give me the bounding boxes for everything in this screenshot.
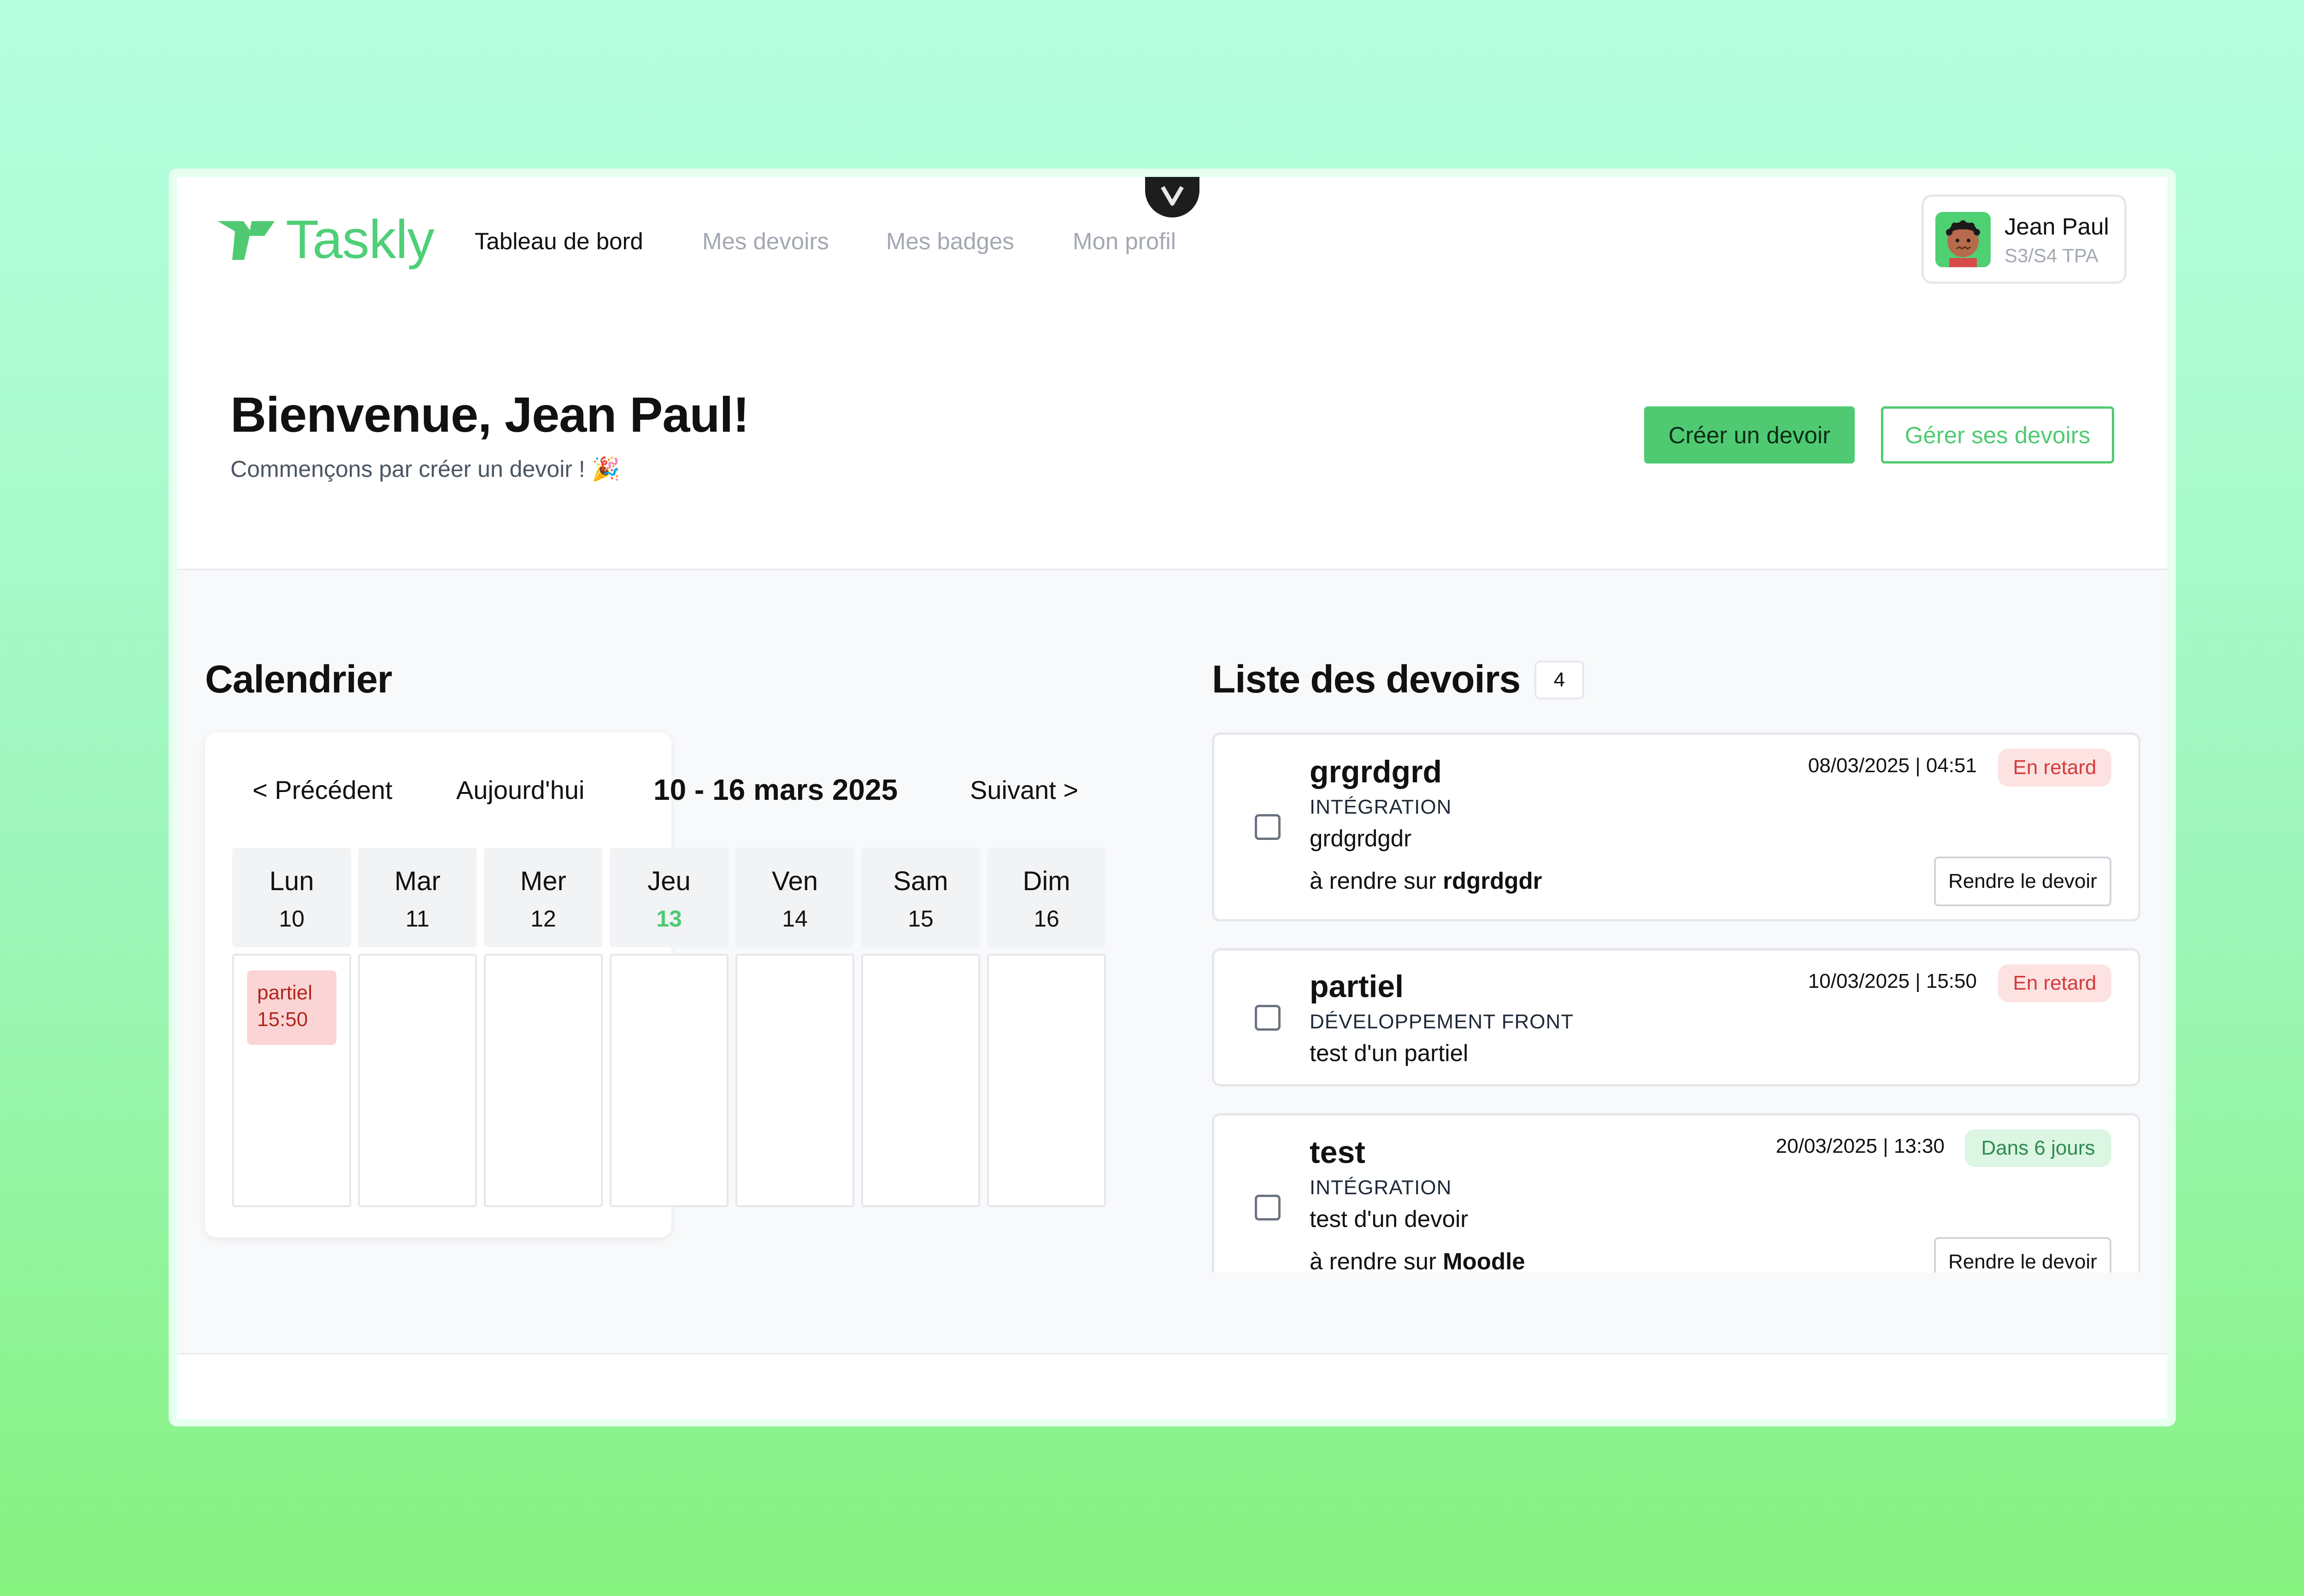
calendar-day-cell[interactable] [735,954,854,1207]
status-badge: Dans 6 jours [1965,1129,2111,1167]
day-number: 11 [406,906,429,932]
task-checkbox[interactable] [1255,1195,1281,1220]
calendar-today-button[interactable]: Aujourd'hui [456,774,584,806]
task-card[interactable]: grgrdgrd INTÉGRATION grdgrdgdr à rendre … [1212,733,2140,921]
task-due-date: 20/03/2025 | 13:30 [1775,1135,1945,1157]
nav-my-badges[interactable]: Mes badges [886,228,1014,255]
day-number-today: 13 [656,906,682,932]
nav-my-homework[interactable]: Mes devoirs [702,228,829,255]
calendar-next-button[interactable]: Suivant > [970,774,1078,806]
calendar-day-header: Mer 12 [484,848,603,947]
nav-my-profile[interactable]: Mon profil [1073,228,1176,255]
day-number: 15 [908,906,934,932]
task-checkbox[interactable] [1255,1005,1281,1031]
page-title: Bienvenue, Jean Paul! [230,387,749,442]
status-badge: En retard [1998,749,2111,786]
day-number: 10 [279,906,305,932]
page-subtitle: Commençons par créer un devoir ! 🎉 [230,456,620,482]
calendar-day-cell[interactable] [358,954,477,1207]
calendar-title: Calendrier [205,657,392,701]
calendar-day-cell[interactable] [861,954,980,1207]
day-number: 14 [782,906,808,932]
submit-homework-button[interactable]: Rendre le devoir [1934,1237,2111,1273]
chevron-down-icon [1161,186,1184,206]
nav-dashboard[interactable]: Tableau de bord [475,228,643,255]
create-homework-button[interactable]: Créer un devoir [1644,406,1855,464]
app-name[interactable]: Taskly [286,207,435,272]
calendar-day-cell[interactable] [610,954,729,1207]
submit-platform: rdgrdgdr [1443,868,1542,894]
task-checkbox[interactable] [1255,814,1281,840]
submit-homework-button[interactable]: Rendre le devoir [1934,857,2111,906]
task-description: test d'un partiel [1310,1040,1469,1066]
user-name: Jean Paul [2004,213,2109,240]
calendar-day-header: Dim 16 [987,848,1106,947]
calendar-day-header: Ven 14 [735,848,854,947]
calendar-day-cell[interactable] [987,954,1106,1207]
calendar-day-header: Sam 15 [861,848,980,947]
task-subject: INTÉGRATION [1310,1176,1452,1199]
task-card[interactable]: partiel DÉVELOPPEMENT FRONT test d'un pa… [1212,948,2140,1086]
day-name: Mar [394,866,441,896]
calendar-event-title: partiel [257,981,312,1004]
task-submit-location: à rendre sur Moodle [1310,1247,1525,1273]
calendar-day-header: Jeu 13 [610,848,729,947]
day-name: Lun [269,866,314,896]
task-subject: DÉVELOPPEMENT FRONT [1310,1010,1574,1033]
status-badge: En retard [1998,964,2111,1002]
devtools-toggle[interactable] [1145,177,1199,217]
task-title: grgrdgrd [1310,754,1442,789]
calendar-prev-button[interactable]: < Précédent [253,774,393,806]
manage-homework-button[interactable]: Gérer ses devoirs [1881,406,2114,464]
submit-prefix: à rendre sur [1310,1248,1436,1273]
task-submit-location: à rendre sur rdgrdgdr [1310,867,1542,895]
task-list[interactable]: grgrdgrd INTÉGRATION grdgrdgdr à rendre … [1212,733,2140,1273]
submit-platform: Moodle [1443,1248,1525,1273]
user-class: S3/S4 TPA [2004,245,2098,266]
task-card[interactable]: test INTÉGRATION test d'un devoir à rend… [1212,1113,2140,1273]
calendar-day-cell[interactable] [484,954,603,1207]
submit-prefix: à rendre sur [1310,868,1436,894]
task-title: partiel [1310,969,1404,1004]
calendar-event-time: 15:50 [257,1008,308,1031]
task-due-date: 10/03/2025 | 15:50 [1808,970,1977,992]
calendar-range: 10 - 16 mars 2025 [653,773,898,806]
day-name: Sam [893,866,948,896]
task-count-badge: 4 [1534,661,1584,699]
day-number: 12 [530,906,556,932]
task-title: test [1310,1135,1365,1170]
task-description: grdgrdgdr [1310,825,1412,851]
day-name: Dim [1023,866,1070,896]
day-name: Jeu [647,866,691,896]
taskly-logo-icon[interactable] [217,217,276,262]
user-avatar-icon [1935,212,1991,267]
task-subject: INTÉGRATION [1310,796,1452,818]
calendar-day-header: Mar 11 [358,848,477,947]
task-description: test d'un devoir [1310,1206,1469,1232]
calendar-event[interactable]: partiel 15:50 [247,970,336,1045]
task-list-title: Liste des devoirs [1212,657,1521,701]
day-name: Mer [520,866,566,896]
task-due-date: 08/03/2025 | 04:51 [1808,754,1977,777]
calendar-day-header: Lun 10 [232,848,351,947]
day-number: 16 [1034,906,1059,932]
day-name: Ven [772,866,818,896]
